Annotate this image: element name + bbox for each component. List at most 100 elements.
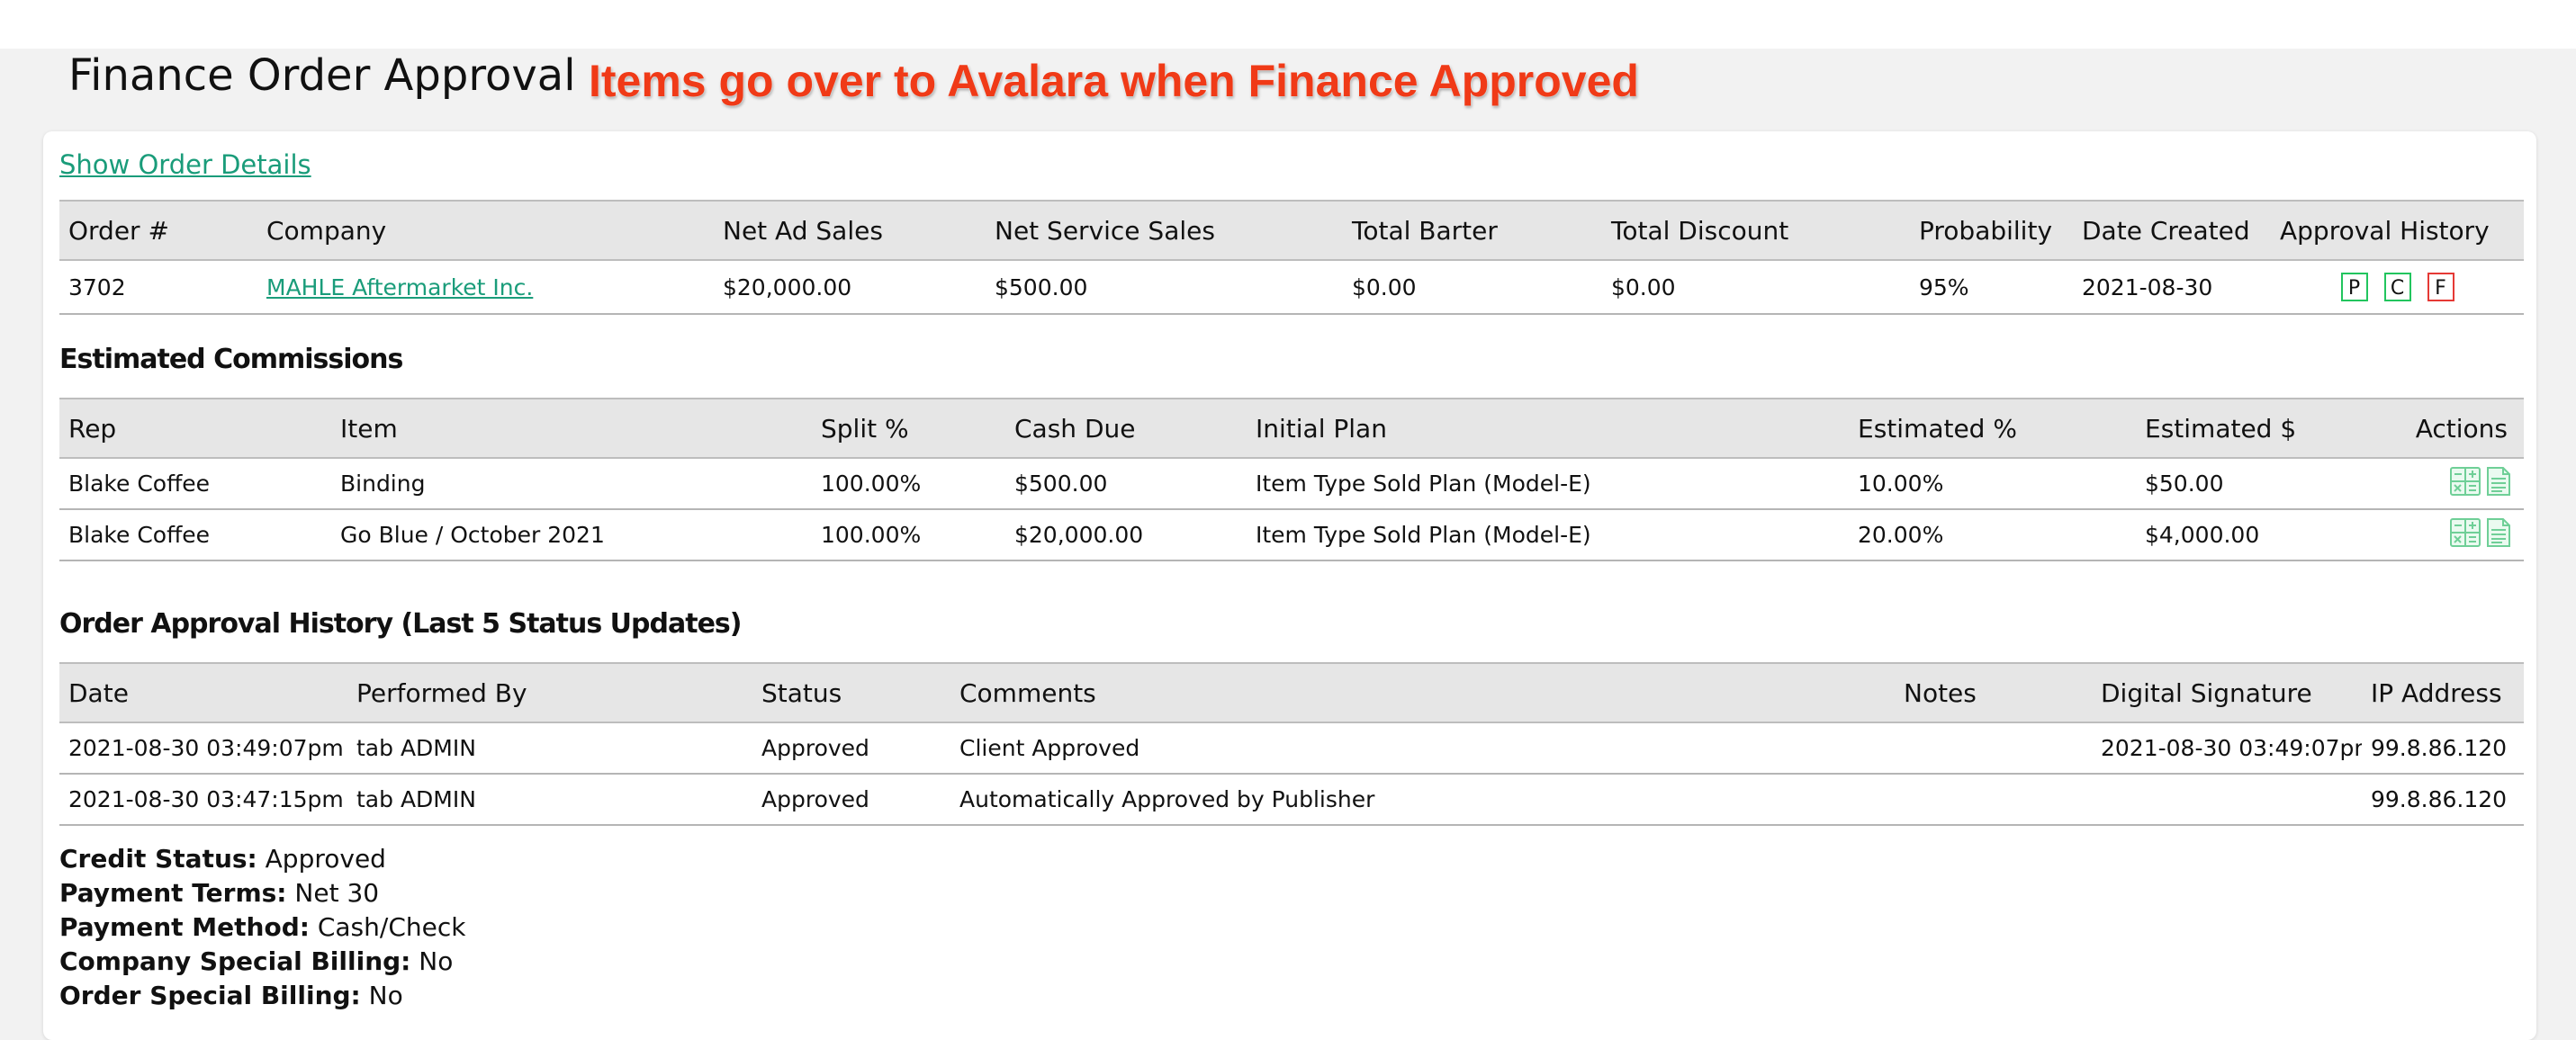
estimated-amt: $4,000.00 <box>2136 509 2343 561</box>
content-card: Show Order Details Order # Company Net A… <box>43 131 2536 1040</box>
total-discount: $0.00 <box>1602 260 1910 315</box>
credit-status-line: Credit Status: Approved <box>59 842 465 876</box>
probability: 95% <box>1910 260 2073 315</box>
approval-badge-c[interactable]: C <box>2383 273 2411 301</box>
comments: Automatically Approved by Publisher <box>950 774 1895 826</box>
history-title: Order Approval History (Last 5 Status Up… <box>59 608 742 640</box>
actions <box>2343 509 2524 561</box>
credit-status-label: Credit Status: <box>59 844 257 874</box>
order-special-billing-label: Order Special Billing: <box>59 981 361 1010</box>
commissions-title: Estimated Commissions <box>59 344 403 375</box>
document-icon[interactable] <box>2486 517 2511 552</box>
annotation-callout: Items go over to Avalara when Finance Ap… <box>589 56 1639 106</box>
col-initial-plan: Initial Plan <box>1247 398 1849 459</box>
rep: Blake Coffee <box>59 509 331 561</box>
col-date: Date <box>59 662 347 723</box>
page-title: Finance Order Approval <box>68 50 576 101</box>
approval-badge-f[interactable]: F <box>2427 273 2454 301</box>
digital-signature: 2021-08-30 03:49:07pm <box>2092 722 2362 775</box>
date: 2021-08-30 03:49:07pm <box>59 722 347 775</box>
company-cell: MAHLE Aftermarket Inc. <box>257 260 714 315</box>
table-row: Blake Coffee Binding 100.00% $500.00 Ite… <box>59 458 2524 510</box>
approval-history-badges: PCF <box>2271 260 2524 315</box>
order-special-billing-line: Order Special Billing: No <box>59 979 465 1013</box>
col-ip-address: IP Address <box>2362 662 2524 723</box>
history-header: Date Performed By Status Comments Notes … <box>59 662 2524 723</box>
col-date-created: Date Created <box>2073 200 2271 261</box>
date-created: 2021-08-30 <box>2073 260 2271 315</box>
order-table-header: Order # Company Net Ad Sales Net Service… <box>59 200 2524 261</box>
digital-signature <box>2092 774 2362 826</box>
commissions-header: Rep Item Split % Cash Due Initial Plan E… <box>59 398 2524 459</box>
col-probability: Probability <box>1910 200 2073 261</box>
initial-plan: Item Type Sold Plan (Model-E) <box>1247 509 1849 561</box>
payment-method-line: Payment Method: Cash/Check <box>59 910 465 945</box>
cash-due: $20,000.00 <box>1005 509 1247 561</box>
order-table: Order # Company Net Ad Sales Net Service… <box>59 200 2524 315</box>
billing-summary: Credit Status: Approved Payment Terms: N… <box>59 842 465 1013</box>
rep: Blake Coffee <box>59 458 331 510</box>
date: 2021-08-30 03:47:15pm <box>59 774 347 826</box>
col-approval-history: Approval History <box>2271 200 2524 261</box>
estimated-amt: $50.00 <box>2136 458 2343 510</box>
document-icon[interactable] <box>2486 466 2511 501</box>
col-status: Status <box>752 662 950 723</box>
show-order-details-link[interactable]: Show Order Details <box>59 149 311 180</box>
total-barter: $0.00 <box>1343 260 1602 315</box>
payment-terms-label: Payment Terms: <box>59 878 287 908</box>
estimated-pct: 10.00% <box>1849 458 2136 510</box>
col-item: Item <box>331 398 812 459</box>
company-special-billing-value: No <box>419 946 454 976</box>
col-net-ad-sales: Net Ad Sales <box>714 200 986 261</box>
company-special-billing-line: Company Special Billing: No <box>59 945 465 979</box>
performed-by: tab ADMIN <box>347 774 752 826</box>
col-total-discount: Total Discount <box>1602 200 1910 261</box>
net-service-sales: $500.00 <box>986 260 1343 315</box>
notes <box>1895 774 2092 826</box>
company-special-billing-label: Company Special Billing: <box>59 946 411 976</box>
actions <box>2343 458 2524 510</box>
calculator-icon[interactable] <box>2450 466 2481 501</box>
table-row: 3702 MAHLE Aftermarket Inc. $20,000.00 $… <box>59 260 2524 315</box>
ip-address: 99.8.86.120 <box>2362 722 2524 775</box>
col-comments: Comments <box>950 662 1895 723</box>
payment-terms-line: Payment Terms: Net 30 <box>59 876 465 910</box>
split: 100.00% <box>812 509 1005 561</box>
top-bar <box>0 0 2576 49</box>
col-net-service-sales: Net Service Sales <box>986 200 1343 261</box>
split: 100.00% <box>812 458 1005 510</box>
col-digital-signature: Digital Signature <box>2092 662 2362 723</box>
col-company: Company <box>257 200 714 261</box>
commissions-table: Rep Item Split % Cash Due Initial Plan E… <box>59 398 2524 561</box>
payment-method-label: Payment Method: <box>59 912 310 942</box>
col-notes: Notes <box>1895 662 2092 723</box>
performed-by: tab ADMIN <box>347 722 752 775</box>
col-total-barter: Total Barter <box>1343 200 1602 261</box>
order-special-billing-value: No <box>368 981 403 1010</box>
table-row: 2021-08-30 03:47:15pm tab ADMIN Approved… <box>59 774 2524 826</box>
col-estimated-pct: Estimated % <box>1849 398 2136 459</box>
notes <box>1895 722 2092 775</box>
net-ad-sales: $20,000.00 <box>714 260 986 315</box>
payment-terms-value: Net 30 <box>294 878 380 908</box>
table-row: Blake Coffee Go Blue / October 2021 100.… <box>59 509 2524 561</box>
approval-badge-p[interactable]: P <box>2340 273 2368 301</box>
payment-method-value: Cash/Check <box>317 912 466 942</box>
calculator-icon[interactable] <box>2450 517 2481 552</box>
order-number: 3702 <box>59 260 257 315</box>
item: Binding <box>331 458 812 510</box>
status: Approved <box>752 722 950 775</box>
comments: Client Approved <box>950 722 1895 775</box>
company-link[interactable]: MAHLE Aftermarket Inc. <box>266 274 533 300</box>
estimated-pct: 20.00% <box>1849 509 2136 561</box>
col-cash-due: Cash Due <box>1005 398 1247 459</box>
item: Go Blue / October 2021 <box>331 509 812 561</box>
col-split: Split % <box>812 398 1005 459</box>
initial-plan: Item Type Sold Plan (Model-E) <box>1247 458 1849 510</box>
credit-status-value: Approved <box>265 844 386 874</box>
cash-due: $500.00 <box>1005 458 1247 510</box>
col-estimated-amt: Estimated $ <box>2136 398 2343 459</box>
col-order-no: Order # <box>59 200 257 261</box>
col-rep: Rep <box>59 398 331 459</box>
approval-history-table: Date Performed By Status Comments Notes … <box>59 662 2524 826</box>
